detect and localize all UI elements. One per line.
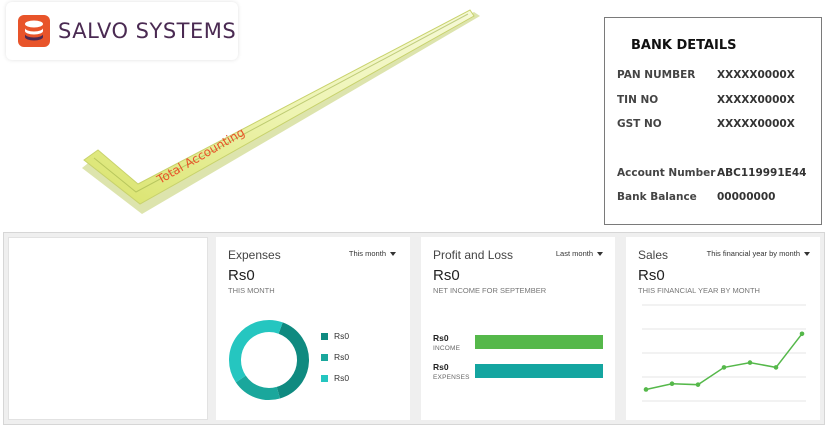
- pan-value: XXXXX0000X: [717, 69, 795, 81]
- pl-expenses-label: EXPENSES: [433, 374, 470, 381]
- sales-point-6[interactable]: [799, 331, 805, 337]
- stack-coins-icon: [18, 15, 50, 47]
- expenses-filter-dropdown[interactable]: This month: [349, 249, 396, 258]
- sales-line-chart[interactable]: [634, 297, 812, 409]
- expenses-subtitle: THIS MONTH: [228, 286, 275, 295]
- gst-value: XXXXX0000X: [717, 118, 795, 130]
- bank-details-title: BANK DETAILS: [631, 38, 737, 53]
- income-bar-fill: [475, 335, 603, 349]
- bank-balance-label: Bank Balance: [617, 191, 697, 203]
- expenses-legend-item: Rs0: [321, 373, 349, 383]
- sales-point-4[interactable]: [747, 360, 753, 365]
- expenses-amount: Rs0: [228, 267, 255, 284]
- sales-filter-dropdown[interactable]: This financial year by month: [707, 249, 810, 258]
- profit-loss-subtitle: NET INCOME FOR SEPTEMBER: [433, 286, 547, 295]
- profit-loss-filter-label: Last month: [555, 249, 593, 258]
- bank-balance-value: 00000000: [717, 191, 776, 203]
- account-number-value: ABC119991E44: [717, 167, 807, 179]
- sales-point-0[interactable]: [643, 387, 649, 392]
- account-number-label: Account Number: [617, 167, 716, 179]
- sales-point-1[interactable]: [669, 381, 675, 387]
- sales-filter-label: This financial year by month: [706, 249, 800, 258]
- sales-point-3[interactable]: [721, 365, 727, 370]
- legend-swatch: [321, 353, 328, 361]
- tin-value: XXXXX0000X: [717, 94, 795, 106]
- pl-expenses-amount: Rs0: [433, 362, 449, 372]
- donut-slice-1[interactable]: [235, 375, 280, 400]
- expenses-legend-item: Rs0: [321, 352, 349, 362]
- gst-label: GST NO: [617, 118, 662, 130]
- income-bar[interactable]: [475, 335, 603, 349]
- expenses-donut-chart[interactable]: [226, 317, 312, 403]
- legend-label: Rs0: [334, 373, 350, 383]
- legend-swatch: [321, 374, 328, 382]
- expenses-bar[interactable]: [475, 364, 603, 378]
- sales-point-5[interactable]: [773, 365, 779, 370]
- expenses-legend-item: Rs0: [321, 331, 349, 341]
- sales-series-line: [645, 333, 803, 391]
- donut-slice-0[interactable]: [276, 322, 309, 399]
- legend-swatch: [321, 332, 328, 340]
- dashboard-strip: Expenses This month Rs0 THIS MONTH Rs0 R…: [3, 232, 825, 425]
- legend-label: Rs0: [334, 331, 350, 341]
- income-amount: Rs0: [433, 333, 449, 343]
- expenses-bar-fill: [475, 364, 603, 378]
- profit-loss-filter-dropdown[interactable]: Last month: [556, 249, 603, 258]
- expenses-title: Expenses: [228, 248, 281, 262]
- tin-label: TIN NO: [617, 94, 659, 106]
- sales-subtitle: THIS FINANCIAL YEAR BY MONTH: [638, 286, 760, 295]
- sales-title: Sales: [638, 248, 669, 262]
- legend-label: Rs0: [334, 352, 350, 362]
- sales-card[interactable]: Sales This financial year by month Rs0 T…: [626, 237, 820, 420]
- expenses-card[interactable]: Expenses This month Rs0 THIS MONTH Rs0 R…: [216, 237, 410, 420]
- blank-panel: [8, 237, 208, 420]
- profit-loss-amount: Rs0: [433, 267, 460, 284]
- profit-loss-title: Profit and Loss: [433, 248, 514, 262]
- checkmark-graphic: Total Accounting: [82, 9, 480, 214]
- chevron-down-icon: [804, 251, 810, 256]
- chevron-down-icon: [390, 251, 396, 256]
- profit-loss-card[interactable]: Profit and Loss Last month Rs0 NET INCOM…: [421, 237, 615, 420]
- chevron-down-icon: [597, 251, 603, 256]
- bank-details-panel: BANK DETAILS PAN NUMBER XXXXX0000X TIN N…: [604, 17, 822, 225]
- pan-label: PAN NUMBER: [617, 69, 696, 81]
- sales-amount: Rs0: [638, 267, 665, 284]
- donut-slice-2[interactable]: [229, 320, 283, 383]
- expenses-filter-label: This month: [348, 249, 386, 258]
- sales-point-2[interactable]: [695, 382, 701, 387]
- income-label: INCOME: [433, 345, 461, 352]
